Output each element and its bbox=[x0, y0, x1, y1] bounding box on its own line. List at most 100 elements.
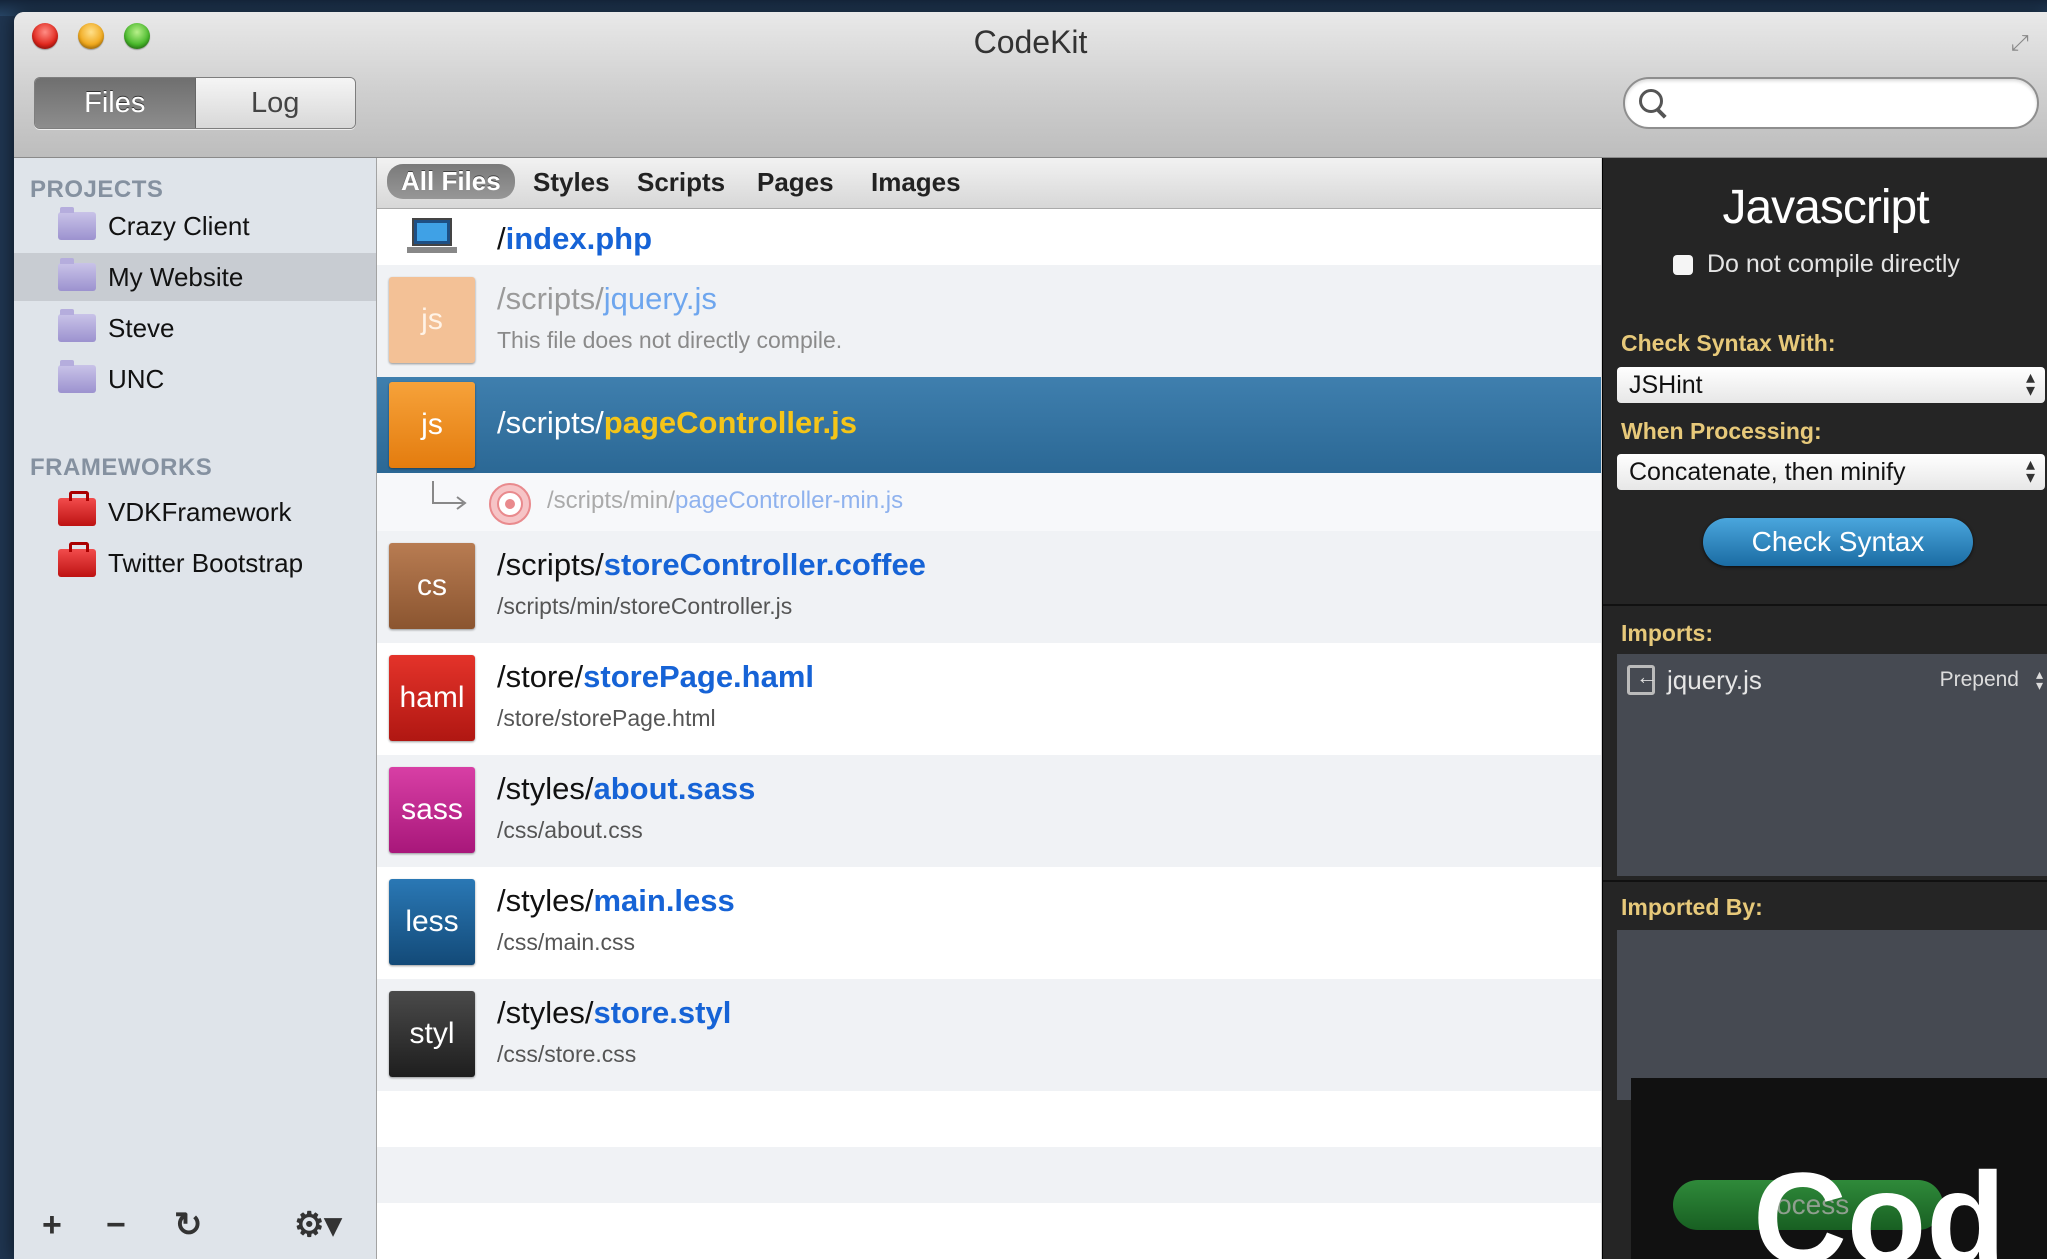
file-row-pagecontroller-js[interactable]: js /scripts/pageController.js bbox=[377, 377, 1601, 473]
js-file-icon: js bbox=[389, 382, 475, 468]
file-path: /scripts/pageController.js bbox=[497, 405, 858, 440]
child-arrow-icon bbox=[432, 481, 467, 510]
projects-header: PROJECTS bbox=[30, 176, 164, 203]
output-path: /css/store.css bbox=[497, 1041, 637, 1067]
folder-icon bbox=[58, 207, 96, 240]
sidebar: PROJECTS Crazy Client My Website Steve U… bbox=[14, 158, 377, 1259]
filter-styles[interactable]: Styles bbox=[533, 167, 610, 198]
select-value: Concatenate, then minify bbox=[1629, 457, 1906, 486]
when-processing-select[interactable]: Concatenate, then minify ▴ ▾ bbox=[1617, 454, 2045, 490]
when-processing-label: When Processing: bbox=[1621, 418, 1822, 444]
project-item-crazy-client[interactable]: Crazy Client bbox=[14, 202, 376, 250]
output-path: /css/main.css bbox=[497, 929, 636, 955]
file-list-area: All Files Styles Scripts Pages Images /i… bbox=[377, 158, 1601, 1259]
computer-icon bbox=[407, 218, 457, 253]
framework-label: Twitter Bootstrap bbox=[108, 547, 304, 578]
search-field[interactable] bbox=[1623, 77, 2039, 129]
select-arrows-icon: ▴ ▾ bbox=[2025, 454, 2035, 487]
less-file-icon: less bbox=[389, 879, 475, 965]
file-row-main-less[interactable]: less /styles/main.less /css/main.css bbox=[377, 867, 1601, 979]
sass-file-icon: sass bbox=[389, 767, 475, 853]
toolbox-icon bbox=[58, 542, 96, 577]
codekit-window: CodeKit ⤢ Files Log PROJECTS Crazy Clien… bbox=[14, 12, 2047, 1259]
file-path: /scripts/jquery.js bbox=[497, 281, 717, 316]
filter-pages[interactable]: Pages bbox=[757, 167, 834, 198]
folder-icon bbox=[58, 309, 96, 342]
target-icon bbox=[489, 483, 531, 525]
window-title: CodeKit bbox=[973, 24, 1088, 60]
file-row-store-styl[interactable]: styl /styles/store.styl /css/store.css bbox=[377, 979, 1601, 1091]
project-label: UNC bbox=[108, 363, 165, 394]
add-project-button[interactable]: + bbox=[42, 1206, 62, 1245]
select-arrows-icon: ▴ ▾ bbox=[2025, 367, 2035, 400]
mode-arrows-icon: ▴ ▾ bbox=[2035, 666, 2043, 693]
sidebar-bottom-bar: + − ↻ ⚙▾ bbox=[14, 1189, 376, 1259]
panel-title: Javascript bbox=[1722, 181, 1929, 234]
project-label: Crazy Client bbox=[108, 210, 250, 241]
import-item[interactable]: jquery.js Prepend ▴▾ bbox=[1627, 660, 2047, 700]
project-item-unc[interactable]: UNC bbox=[14, 355, 376, 403]
file-path: /store/storePage.haml bbox=[497, 659, 815, 694]
file-row-jquery-js[interactable]: js /scripts/jquery.js This file does not… bbox=[377, 265, 1601, 377]
file-path: /styles/main.less bbox=[497, 883, 735, 918]
coffee-file-icon: cs bbox=[389, 543, 475, 629]
import-icon bbox=[1627, 664, 1658, 695]
fullscreen-icon[interactable]: ⤢ bbox=[2011, 30, 2037, 56]
file-path: /styles/store.styl bbox=[497, 995, 732, 1030]
file-row-pagecontroller-min-js[interactable]: /scripts/min/pageController-min.js bbox=[377, 473, 1601, 531]
tab-files[interactable]: Files bbox=[35, 78, 196, 128]
file-path: /scripts/min/pageController-min.js bbox=[547, 487, 904, 514]
output-path: /css/about.css bbox=[497, 817, 643, 843]
project-label: My Website bbox=[108, 261, 244, 292]
imports-label: Imports: bbox=[1621, 620, 1713, 646]
import-mode[interactable]: Prepend bbox=[1940, 668, 2019, 692]
remove-project-button[interactable]: − bbox=[106, 1206, 126, 1245]
file-path: /styles/about.sass bbox=[497, 771, 756, 806]
haml-file-icon: haml bbox=[389, 655, 475, 741]
search-icon bbox=[1639, 89, 1663, 113]
filter-images[interactable]: Images bbox=[871, 167, 961, 198]
window-toolbar: CodeKit ⤢ Files Log bbox=[14, 12, 2047, 158]
framework-label: VDKFramework bbox=[108, 496, 292, 527]
project-item-my-website[interactable]: My Website bbox=[14, 253, 376, 301]
stylus-file-icon: styl bbox=[389, 991, 475, 1077]
filter-bar: All Files Styles Scripts Pages Images bbox=[377, 158, 1601, 209]
settings-menu-button[interactable]: ⚙▾ bbox=[294, 1205, 342, 1245]
filter-all-files[interactable]: All Files bbox=[387, 164, 515, 199]
tab-log[interactable]: Log bbox=[195, 78, 355, 128]
refresh-button[interactable]: ↻ bbox=[174, 1205, 203, 1245]
no-compile-checkbox[interactable]: Do not compile directly bbox=[1673, 250, 1960, 279]
framework-item-twitter-bootstrap[interactable]: Twitter Bootstrap bbox=[14, 539, 376, 587]
file-note: This file does not directly compile. bbox=[497, 327, 843, 353]
file-row-storepage-haml[interactable]: haml /store/storePage.haml /store/storeP… bbox=[377, 643, 1601, 755]
frameworks-header: FRAMEWORKS bbox=[30, 454, 213, 481]
output-path: /scripts/min/storeController.js bbox=[497, 593, 793, 619]
folder-icon bbox=[58, 360, 96, 393]
checkbox-box[interactable] bbox=[1673, 254, 1693, 275]
output-path: /store/storePage.html bbox=[497, 705, 716, 731]
folder-icon bbox=[58, 258, 96, 291]
overlay-caption: Cod bbox=[1753, 1145, 2006, 1259]
imported-by-list bbox=[1617, 930, 2047, 1100]
empty-row bbox=[377, 1147, 1601, 1203]
file-row-index-php[interactable]: /index.php bbox=[377, 209, 1601, 265]
project-item-steve[interactable]: Steve bbox=[14, 304, 376, 352]
view-tabs: Files Log bbox=[34, 77, 356, 129]
file-path: /scripts/storeController.coffee bbox=[497, 547, 926, 582]
file-row-about-sass[interactable]: sass /styles/about.sass /css/about.css bbox=[377, 755, 1601, 867]
toolbox-icon bbox=[58, 491, 96, 526]
search-input[interactable] bbox=[1675, 85, 2019, 121]
check-syntax-button[interactable]: Check Syntax bbox=[1703, 518, 1973, 566]
js-file-icon: js bbox=[389, 277, 475, 363]
framework-item-vdkframework[interactable]: VDKFramework bbox=[14, 488, 376, 536]
project-label: Steve bbox=[108, 312, 175, 343]
select-value: JSHint bbox=[1629, 370, 1703, 399]
check-syntax-select[interactable]: JSHint ▴ ▾ bbox=[1617, 367, 2045, 403]
file-row-storecontroller-coffee[interactable]: cs /scripts/storeController.coffee /scri… bbox=[377, 531, 1601, 643]
filter-scripts[interactable]: Scripts bbox=[637, 167, 725, 198]
empty-row bbox=[377, 1203, 1601, 1259]
panel-divider bbox=[1603, 880, 2047, 882]
checkbox-label: Do not compile directly bbox=[1707, 250, 1960, 278]
imports-list: jquery.js Prepend ▴▾ bbox=[1617, 654, 2047, 876]
imported-by-label: Imported By: bbox=[1621, 894, 1763, 920]
